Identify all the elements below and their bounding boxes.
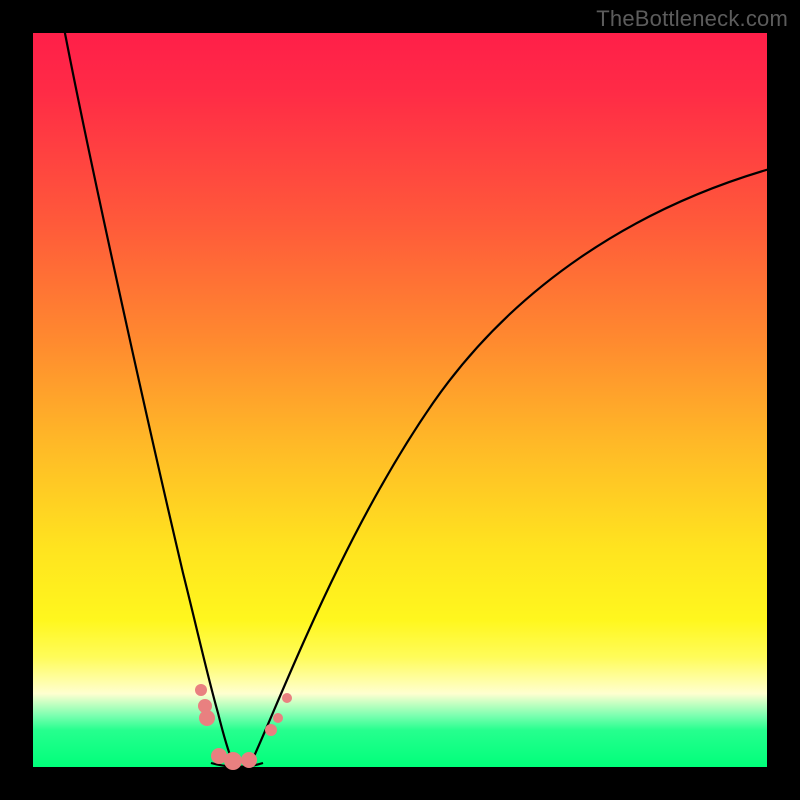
marker-dot — [265, 724, 277, 736]
marker-dot — [224, 752, 242, 770]
chart-frame: TheBottleneck.com — [0, 0, 800, 800]
marker-dot — [199, 710, 215, 726]
marker-dot — [273, 713, 283, 723]
marker-dot — [241, 752, 257, 768]
curve-left-branch — [63, 23, 233, 763]
watermark-text: TheBottleneck.com — [596, 6, 788, 32]
marker-dot — [195, 684, 207, 696]
marker-dot — [282, 693, 292, 703]
chart-plot-area — [33, 33, 767, 767]
curve-right-branch — [251, 168, 773, 763]
chart-curves — [33, 33, 767, 767]
